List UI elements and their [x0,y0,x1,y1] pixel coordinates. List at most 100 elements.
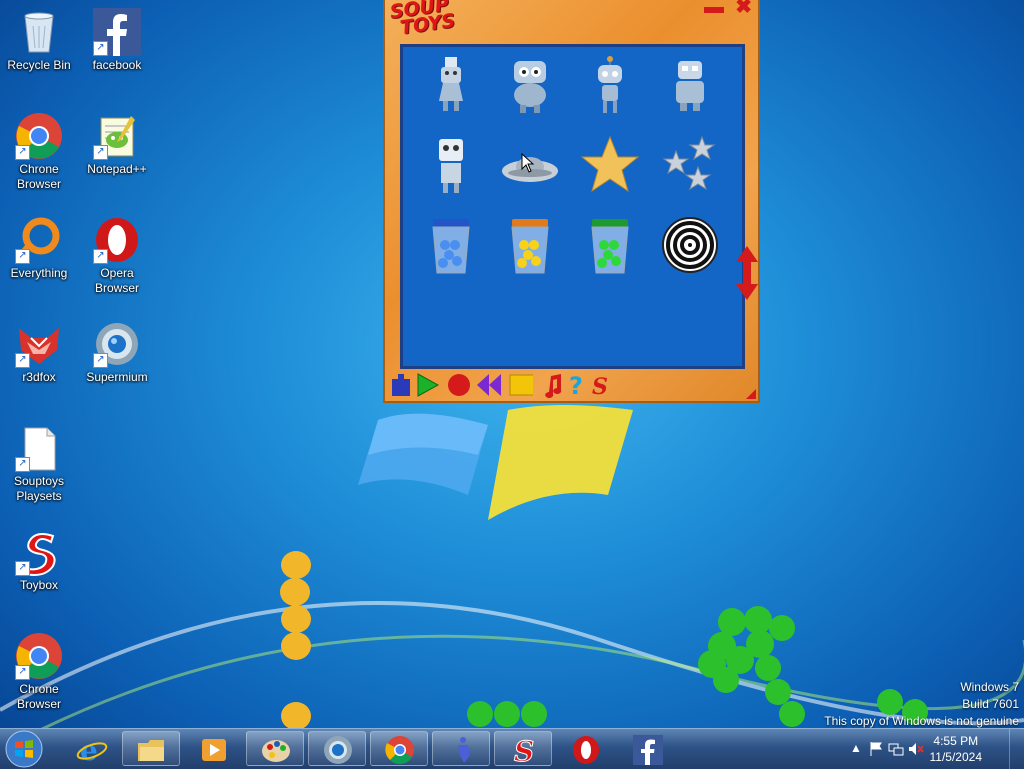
close-button[interactable]: ✖ [735,0,752,17]
shortcut-arrow-icon: ↗ [93,145,108,160]
desktop-icon-label: facebook [92,58,142,72]
volume-muted-icon[interactable] [908,741,924,757]
robot-5-icon[interactable] [419,133,483,197]
stop-icon[interactable] [509,372,533,398]
taskbar-paint[interactable] [246,731,304,766]
action-center-flag-icon[interactable] [868,741,884,757]
desktop-icon-opera[interactable]: ↗ Opera Browser [78,216,156,296]
desktop-icon-label: Chrone Browser [16,162,61,191]
silver-stars-icon[interactable] [658,133,722,197]
music-icon[interactable] [541,372,565,398]
souptoys-logo-icon[interactable]: S [589,372,613,398]
desktop-icon-recycle-bin[interactable]: Recycle Bin [0,8,78,73]
everything-icon: ↗ [15,216,63,264]
network-icon[interactable] [888,741,904,757]
resize-grip-icon[interactable] [746,389,756,399]
supermium-icon: ↗ [93,320,141,368]
shortcut-arrow-icon: ↗ [15,145,30,160]
desktop-icon-label: Notepad++ [87,162,147,176]
robot-4-icon[interactable] [658,53,722,117]
mouse-cursor-icon [521,153,535,173]
svg-text:S: S [592,374,608,398]
shortcut-arrow-icon: ↗ [15,249,30,264]
gold-star-icon[interactable] [578,133,642,197]
desktop-icon-notepadpp[interactable]: ↗ Notepad++ [78,112,156,177]
souptoys-icon: ↗ [15,528,63,576]
taskbar-file-explorer[interactable] [122,731,180,766]
show-desktop-button[interactable] [1009,729,1024,769]
rewind-icon[interactable] [477,372,501,398]
desktop-icon-everything[interactable]: ↗ Everything [0,216,78,281]
file-explorer-icon [138,740,164,761]
taskbar-opera[interactable] [556,731,614,766]
media-player-icon [202,739,226,761]
robot-1-icon[interactable] [419,53,483,117]
windows-start-icon[interactable] [4,730,44,768]
desktop-icon-souptoys-playsets[interactable]: ↗ Souptoys Playsets [0,424,78,504]
recycle-bin-icon [15,8,63,56]
shortcut-arrow-icon: ↗ [15,665,30,680]
taskbar-supermium[interactable] [308,731,366,766]
chrome-icon [385,736,414,765]
show-hidden-icons-icon[interactable]: ▲ [850,741,866,757]
souptoys-toolbar: ? S [389,372,629,398]
shortcut-arrow-icon: ↗ [15,353,30,368]
minimize-button[interactable]: ▬ [704,0,724,17]
shortcut-arrow-icon: ↗ [93,249,108,264]
robot-3-icon[interactable] [578,53,642,117]
taskbar-internet-explorer[interactable]: e [62,731,120,766]
weight-icon[interactable] [389,372,413,398]
desktop-icon-facebook[interactable]: ↗ facebook [78,8,156,73]
chrome-icon: ↗ [15,632,63,680]
chrome-icon: ↗ [15,112,63,160]
blue-jar-icon[interactable] [419,215,483,279]
souptoys-icon: S [514,735,535,765]
clock-time: 4:55 PM [933,734,979,748]
windows-wallpaper-logo [358,405,633,520]
clock-date: 11/5/2024 [929,750,983,764]
taskbar-media-player[interactable] [184,731,242,766]
yellow-jar-icon[interactable] [498,215,562,279]
resize-arrow-icon[interactable] [736,246,758,300]
shortcut-arrow-icon: ↗ [15,561,30,576]
opera-icon: ↗ [93,216,141,264]
desktop-icon-label: Toybox [19,578,59,592]
play-icon[interactable] [415,372,439,398]
toybox-panel[interactable] [400,44,745,369]
facebook-icon [633,735,663,765]
opera-icon [573,736,599,764]
robot-2-icon[interactable] [498,53,562,117]
taskbar-facebook[interactable] [618,731,676,766]
shortcut-arrow-icon: ↗ [15,457,30,472]
desktop-icon-label: r3dfox [22,370,56,384]
desktop-icon-chrome-2[interactable]: ↗ Chrone Browser [0,632,78,712]
logo-line-2: TOYS [398,9,457,40]
taskbar: e S ▲ 4:55 PM 11/5/2024 [0,728,1024,769]
taskbar-chrome[interactable] [370,731,428,766]
spiral-icon[interactable] [658,215,722,279]
facebook-icon: ↗ [93,8,141,56]
clock[interactable]: 4:55 PM 11/5/2024 [930,733,983,765]
souptoys-window[interactable]: SOUP TOYS ▬ ✖ ? S [383,0,760,403]
souptoys-logo: SOUP TOYS [389,0,457,40]
internet-explorer-icon: e [76,735,108,765]
green-jar-icon[interactable] [578,215,642,279]
watermark-line-1: Windows 7 [960,680,1019,694]
souptoys-man-icon [458,737,470,763]
desktop-icon-supermium[interactable]: ↗ Supermium [78,320,156,385]
taskbar-souptoys[interactable]: S [494,731,552,766]
help-icon[interactable]: ? [565,372,589,398]
record-icon[interactable] [447,372,471,398]
desktop-icon-chrome[interactable]: ↗ Chrone Browser [0,112,78,192]
desktop-icon-label: Souptoys Playsets [13,474,65,503]
taskbar-souptoys-man[interactable] [432,731,490,766]
file-icon: ↗ [15,424,63,472]
desktop-icon-label: Recycle Bin [7,58,71,72]
desktop-icon-toybox[interactable]: ↗ Toybox [0,528,78,593]
desktop-icon-label: Opera Browser [94,266,139,295]
supermium-icon [324,736,352,764]
desktop-icon-label: Chrone Browser [16,682,61,711]
windows-watermark: Windows 7 Build 7601 This copy of Window… [824,679,1019,730]
desktop-icon-r3dfox[interactable]: ↗ r3dfox [0,320,78,385]
svg-text:S: S [514,735,534,765]
